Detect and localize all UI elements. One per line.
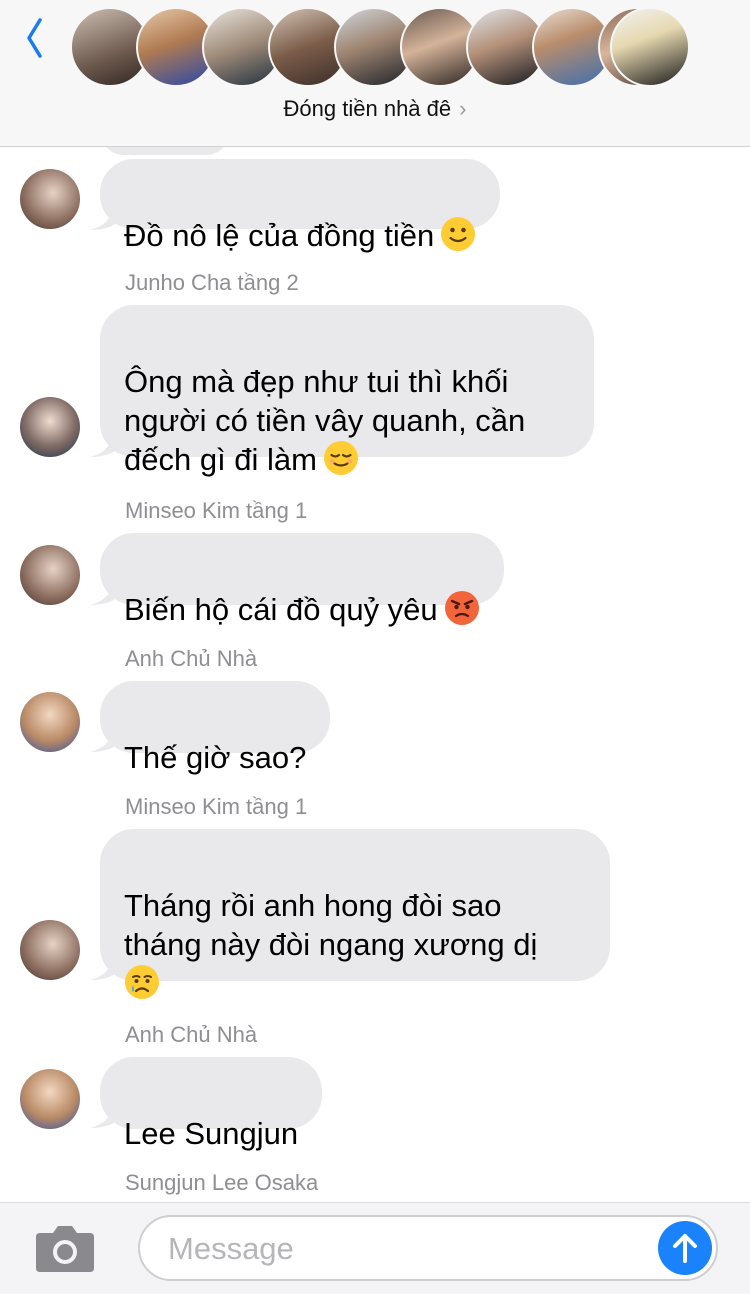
camera-button[interactable] bbox=[34, 1223, 96, 1273]
message-bubble[interactable]: Tháng rồi anh hong đòi sao tháng này đòi… bbox=[100, 829, 610, 999]
slight-smile-emoji-icon bbox=[441, 217, 476, 251]
message-text: Tháng rồi anh hong đòi sao tháng này đòi… bbox=[124, 888, 538, 962]
message-bubble[interactable]: Đồ nô lệ của đồng tiền bbox=[100, 159, 501, 253]
send-button[interactable] bbox=[658, 1221, 712, 1275]
group-name: Đóng tiền nhà đê bbox=[283, 96, 452, 121]
message-input[interactable] bbox=[166, 1227, 650, 1271]
angry-emoji-icon bbox=[444, 591, 479, 625]
sender-name: Minseo Kim tầng 1 bbox=[125, 498, 308, 523]
message-bubble[interactable]: Lee Sungjun bbox=[100, 1057, 323, 1151]
arrow-up-icon bbox=[673, 1234, 697, 1263]
chevron-left-icon bbox=[27, 18, 42, 58]
back-button[interactable] bbox=[20, 14, 48, 62]
conversation-header: Đóng tiền nhà đê › bbox=[0, 0, 750, 147]
message-text: Lee Sungjun bbox=[124, 1116, 299, 1151]
message-text: Đồ nô lệ của đồng tiền bbox=[124, 218, 435, 253]
crying-emoji-icon bbox=[125, 965, 159, 999]
avatar bbox=[20, 692, 80, 752]
group-name-button[interactable]: Đóng tiền nhà đê › bbox=[0, 96, 750, 122]
avatar bbox=[20, 920, 80, 980]
avatar bbox=[20, 1069, 80, 1129]
sender-name: Minseo Kim tầng 1 bbox=[125, 794, 308, 819]
message-bubble[interactable]: Ông mà đẹp như tui thì khối người có tiề… bbox=[100, 305, 594, 477]
relieved-emoji-icon bbox=[324, 441, 358, 475]
sender-name: Anh Chủ Nhà bbox=[125, 1022, 258, 1047]
participant-avatar bbox=[610, 7, 690, 87]
avatar bbox=[20, 397, 80, 457]
participant-avatars[interactable] bbox=[70, 7, 690, 87]
sender-name: Anh Chủ Nhà bbox=[125, 646, 258, 671]
message-text: Thế giờ sao? bbox=[124, 740, 307, 775]
message-bubble[interactable]: Biến hộ cái đồ quỷ yêu bbox=[100, 533, 504, 627]
message-text: Biến hộ cái đồ quỷ yêu bbox=[124, 592, 438, 627]
avatar bbox=[20, 169, 80, 229]
camera-icon bbox=[36, 1226, 94, 1272]
chevron-right-icon: › bbox=[459, 96, 467, 121]
message-bubble[interactable]: Thế giờ sao? bbox=[100, 681, 331, 775]
message-thread[interactable]: Đồ nô lệ của đồng tiền Junho Cha tầng 2 … bbox=[0, 147, 750, 1202]
message-composer bbox=[0, 1202, 750, 1294]
sender-name: Junho Cha tầng 2 bbox=[125, 270, 299, 295]
avatar bbox=[20, 545, 80, 605]
message-input-container[interactable] bbox=[138, 1215, 718, 1281]
sender-name: Sungjun Lee Osaka bbox=[125, 1170, 319, 1195]
message-bubble-partial bbox=[100, 147, 230, 155]
